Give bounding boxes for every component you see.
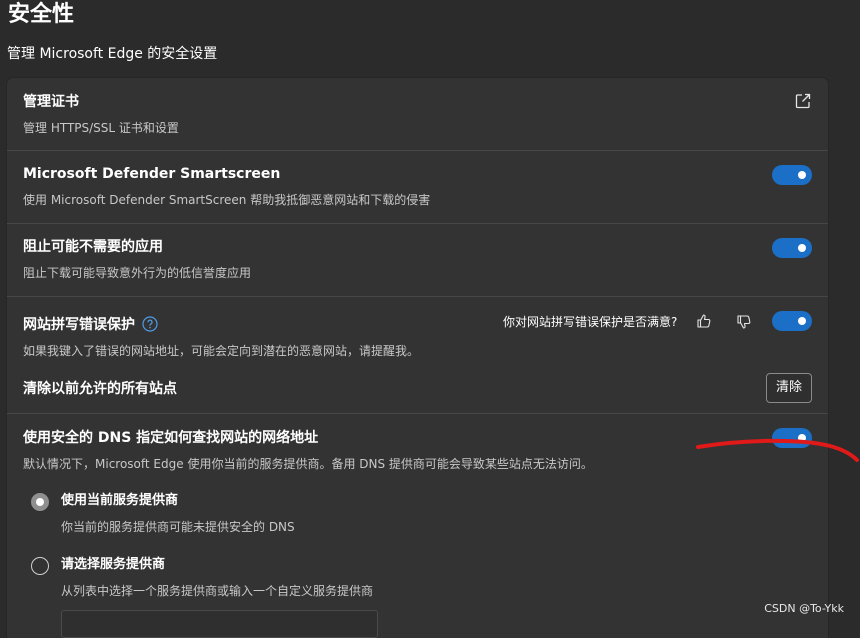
toggle-knob: [798, 434, 806, 442]
typo-protection-row: 网站拼写错误保护 你对网站拼写错误保护是否满意? 如果我键入了错误的网站地址，可…: [7, 297, 828, 369]
manage-certificates-row[interactable]: 管理证书 管理 HTTPS/SSL 证书和设置: [7, 78, 828, 150]
radio-choose-provider[interactable]: [31, 557, 49, 575]
page-subtitle: 管理 Microsoft Edge 的安全设置: [7, 46, 218, 62]
secure-dns-desc: 默认情况下，Microsoft Edge 使用你当前的服务提供商。备用 DNS …: [23, 457, 593, 471]
clear-button[interactable]: 清除: [766, 373, 812, 403]
toggle-knob: [798, 171, 806, 179]
external-link-icon[interactable]: [794, 92, 812, 110]
security-settings-card: 管理证书 管理 HTTPS/SSL 证书和设置 Microsoft Defend…: [7, 78, 828, 638]
clear-sites-row: 清除以前允许的所有站点 清除: [7, 369, 828, 413]
watermark: CSDN @To-Ykk: [764, 602, 844, 615]
thumbs-down-icon[interactable]: [736, 314, 752, 330]
manage-certificates-title: 管理证书: [23, 94, 79, 110]
smartscreen-desc: 使用 Microsoft Defender SmartScreen 帮助我抵御恶…: [23, 193, 431, 207]
thumbs-up-icon[interactable]: [696, 313, 712, 329]
typo-protection-toggle[interactable]: [772, 311, 812, 331]
toggle-knob: [798, 244, 806, 252]
secure-dns-title: 使用安全的 DNS 指定如何查找网站的网络地址: [23, 430, 319, 446]
block-pua-desc: 阻止下载可能导致意外行为的低信誉度应用: [23, 266, 252, 280]
manage-certificates-desc: 管理 HTTPS/SSL 证书和设置: [23, 121, 179, 135]
clear-sites-title: 清除以前允许的所有站点: [23, 381, 177, 397]
typo-protection-desc: 如果我键入了错误的网站地址，可能会定向到潜在的恶意网站，请提醒我。: [23, 344, 420, 358]
smartscreen-title: Microsoft Defender Smartscreen: [23, 166, 281, 182]
provider-input[interactable]: [61, 610, 378, 638]
secure-dns-row: 使用安全的 DNS 指定如何查找网站的网络地址 默认情况下，Microsoft …: [7, 414, 828, 638]
choose-provider-desc: 从列表中选择一个服务提供商或输入一个自定义服务提供商: [61, 584, 374, 598]
secure-dns-toggle[interactable]: [772, 428, 812, 448]
current-provider-title: 使用当前服务提供商: [61, 493, 179, 508]
feedback-question: 你对网站拼写错误保护是否满意?: [503, 315, 678, 329]
block-pua-row: 阻止可能不需要的应用 阻止下载可能导致意外行为的低信誉度应用: [7, 224, 828, 296]
typo-protection-title: 网站拼写错误保护: [23, 317, 135, 333]
page-title: 安全性: [8, 2, 75, 27]
help-icon[interactable]: [142, 316, 158, 332]
block-pua-title: 阻止可能不需要的应用: [23, 239, 163, 255]
choose-provider-title: 请选择服务提供商: [61, 557, 166, 572]
block-pua-toggle[interactable]: [772, 238, 812, 258]
smartscreen-toggle[interactable]: [772, 165, 812, 185]
current-provider-desc: 你当前的服务提供商可能未提供安全的 DNS: [61, 520, 295, 534]
radio-current-provider[interactable]: [31, 493, 49, 511]
smartscreen-row: Microsoft Defender Smartscreen 使用 Micros…: [7, 151, 828, 223]
toggle-knob: [798, 317, 806, 325]
